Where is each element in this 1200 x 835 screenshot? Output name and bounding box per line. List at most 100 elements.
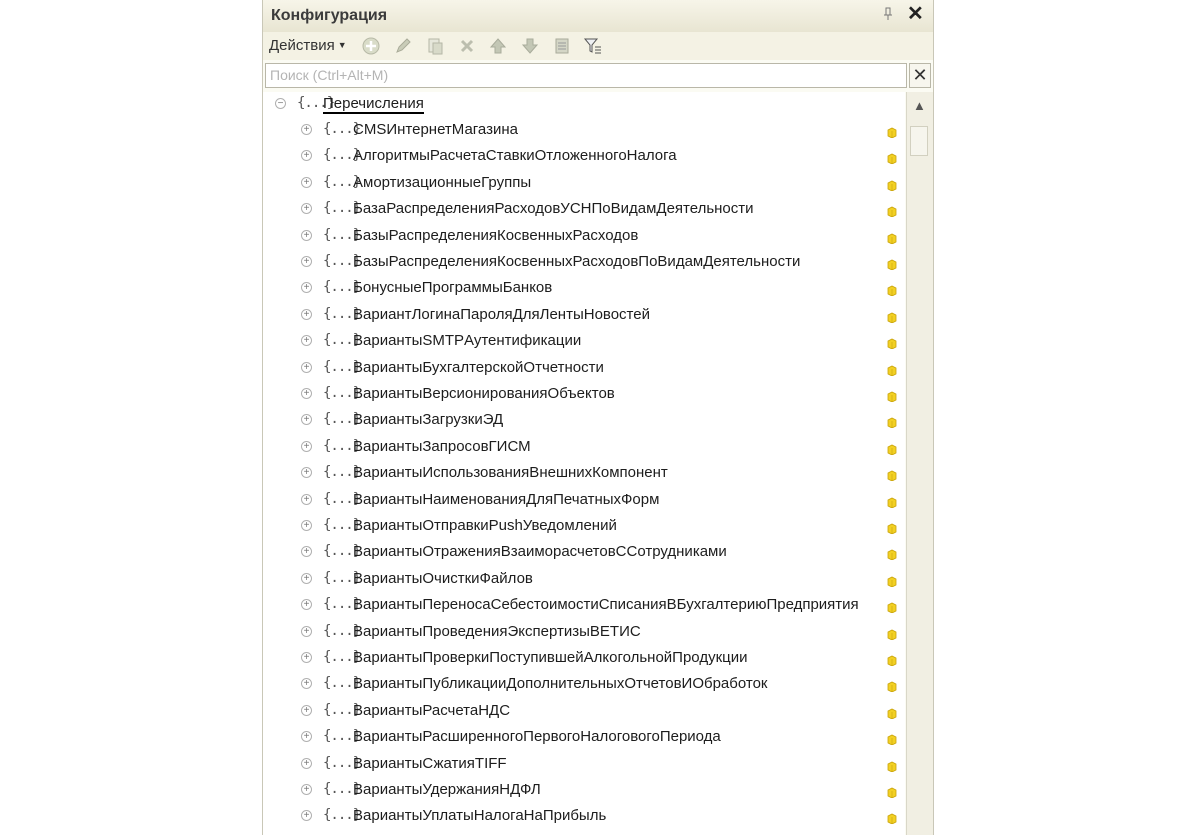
expand-icon[interactable]: + [301, 704, 312, 716]
enumeration-icon: {...} [323, 279, 361, 296]
filter-icon[interactable] [583, 36, 603, 56]
tree-item[interactable]: + {...} БонусныеПрограммыБанков [263, 276, 905, 302]
tree-item-label: ВариантыОтраженияВзаиморасчетовССотрудни… [353, 543, 727, 561]
tree-item[interactable]: + {...} ВариантыБухгалтерскойОтчетности [263, 356, 905, 382]
scrollbar-thumb[interactable] [910, 126, 928, 156]
support-status-icon [887, 576, 897, 587]
support-status-icon [887, 391, 897, 402]
tree-item[interactable]: + {...} ВариантыВерсионированияОбъектов [263, 382, 905, 408]
expand-icon[interactable]: + [301, 414, 312, 426]
tree-item[interactable]: + {...} ВариантыУдержанияНДФЛ [263, 778, 905, 804]
collapse-icon[interactable]: − [275, 98, 286, 109]
enumeration-icon: {...} [323, 622, 361, 639]
configuration-panel: Конфигурация ✕ Действия ▼ Поиск (Ctrl+Al… [262, 0, 934, 835]
tree-root-row[interactable]: − {...} Перечисления [263, 92, 905, 118]
tree-item-label: ВариантыИспользованияВнешнихКомпонент [353, 464, 668, 482]
properties-icon[interactable] [552, 36, 572, 56]
expand-icon[interactable]: + [301, 176, 312, 188]
expand-icon[interactable]: + [301, 150, 312, 162]
tree-item[interactable]: + {...} ВариантыЗагрузкиЭД [263, 408, 905, 434]
add-icon[interactable] [361, 36, 381, 56]
expand-icon[interactable]: + [301, 810, 312, 822]
support-status-icon [887, 259, 897, 270]
tree-root-label: Перечисления [323, 95, 424, 114]
expand-icon[interactable]: + [301, 282, 312, 294]
expand-icon[interactable]: + [301, 361, 312, 373]
tree-item[interactable]: + {...} ВариантыРасчетаНДС [263, 699, 905, 725]
support-status-icon [887, 417, 897, 429]
tree-item-label: ВариантыПроверкиПоступившейАлкогольнойПр… [353, 649, 748, 666]
expand-icon[interactable]: + [301, 335, 312, 347]
expand-icon[interactable]: + [301, 731, 312, 743]
expand-icon[interactable]: + [301, 599, 312, 611]
expand-icon[interactable]: + [301, 757, 312, 769]
scroll-up-icon[interactable]: ▲ [913, 98, 926, 113]
tree-item[interactable]: + {...} ВариантыРасширенногоПервогоНалогов… [263, 725, 905, 751]
tree-item-label: ВариантыРасчетаНДС [353, 701, 511, 719]
close-icon[interactable]: ✕ [907, 4, 924, 24]
move-up-icon[interactable] [488, 36, 508, 56]
tree-item[interactable]: + {...} ВариантыУплатыНалогаНаПрибыль [263, 804, 905, 830]
tree-item[interactable]: + {...} ВариантыПроведенияЭкспертизыВЕТИС [263, 620, 905, 646]
copy-icon[interactable] [425, 36, 445, 56]
expand-icon[interactable]: + [301, 678, 312, 690]
support-status-icon [887, 813, 897, 825]
expand-icon[interactable]: + [301, 572, 312, 584]
tree-item[interactable]: + {...} ВариантЛогинаПароляДляЛентыНовосте… [263, 303, 905, 329]
tree-item[interactable]: + {...} АлгоритмыРасчетаСтавкиОтложенногоН… [263, 144, 905, 170]
expand-icon[interactable]: + [301, 229, 312, 241]
tree-item[interactable]: + {...} БазаРаспределенияРасходовУСНПоВида… [263, 197, 905, 223]
dropdown-arrow-icon: ▼ [337, 40, 347, 50]
tree-item[interactable]: + {...} ВариантыОтправкиPushУведомлений [263, 514, 905, 540]
enumeration-icon: {...} [323, 569, 361, 586]
tree-item[interactable]: + {...} ВариантыОтраженияВзаиморасчетовССо… [263, 540, 905, 566]
expand-icon[interactable]: + [301, 493, 312, 505]
actions-menu-button[interactable]: Действия ▼ [269, 37, 347, 54]
delete-icon[interactable] [457, 36, 477, 56]
expand-icon[interactable]: + [301, 546, 312, 558]
tree-item[interactable]: + {...} ВариантыПроверкиПоступившейАлкогол… [263, 646, 905, 672]
expand-icon[interactable]: + [301, 652, 312, 663]
expand-icon[interactable]: + [301, 625, 312, 637]
tree-item[interactable]: + {...} БазыРаспределенияКосвенныхРасходов [263, 224, 905, 250]
expand-icon[interactable]: + [301, 440, 312, 452]
expand-icon[interactable]: + [301, 467, 312, 479]
tree-item-label: ВариантыSMTPАутентификации [353, 332, 582, 350]
enumeration-icon: {...} [323, 517, 361, 533]
tree-item[interactable]: + {...} БазыРаспределенияКосвенныхРасходов… [263, 250, 905, 276]
tree-item[interactable]: + {...} ВариантыОчисткиФайлов [263, 567, 905, 593]
expand-icon[interactable]: + [301, 520, 312, 531]
enumeration-icon: {...} [323, 649, 361, 665]
pin-icon[interactable] [883, 7, 893, 21]
tree-item[interactable]: + {...} ВариантыПереносаСебестоимостиСписа… [263, 593, 905, 619]
tree-item[interactable]: + {...} ВариантыНаименованияДляПечатныхФор… [263, 488, 905, 514]
support-status-icon [887, 206, 897, 218]
support-status-icon [887, 153, 897, 165]
tree-item[interactable]: + {...} АмортизационныеГруппы [263, 171, 905, 197]
enumeration-icon: {...} [297, 95, 335, 111]
expand-icon[interactable]: + [301, 256, 312, 267]
support-status-icon [887, 761, 897, 772]
enumeration-icon: {...} [323, 437, 361, 454]
move-down-icon[interactable] [520, 36, 540, 56]
vertical-scrollbar[interactable]: ▲ [906, 92, 933, 835]
expand-icon[interactable]: + [301, 308, 312, 320]
tree-item[interactable]: + {...} ВариантыЗапросовГИСМ [263, 435, 905, 461]
edit-icon[interactable] [393, 36, 413, 56]
clear-search-button[interactable]: ✕ [909, 63, 931, 88]
expand-icon[interactable]: + [301, 203, 312, 215]
expand-icon[interactable]: + [301, 124, 312, 135]
expand-icon[interactable]: + [301, 784, 312, 795]
support-status-icon [887, 127, 897, 138]
enumeration-icon: {...} [323, 385, 361, 401]
tree-item[interactable]: + {...} ВариантыИспользованияВнешнихКомпон… [263, 461, 905, 487]
tree-item-label: ВариантыПроведенияЭкспертизыВЕТИС [353, 622, 641, 640]
enumeration-icon: {...} [323, 754, 361, 771]
search-input[interactable]: Поиск (Ctrl+Alt+M) [265, 63, 907, 88]
tree-item[interactable]: + {...} ВариантыСжатияTIFF [263, 752, 905, 778]
tree-item[interactable]: + {...} ВариантыSMTPАутентификации [263, 329, 905, 355]
tree-item[interactable]: + {...} ВариантыПубликацииДополнительныхОт… [263, 672, 905, 698]
tree-item-label: БазаРаспределенияРасходовУСНПоВидамДеяте… [353, 200, 754, 218]
tree-item[interactable]: + {...} CMSИнтернетМагазина [263, 118, 905, 144]
expand-icon[interactable]: + [301, 388, 312, 399]
